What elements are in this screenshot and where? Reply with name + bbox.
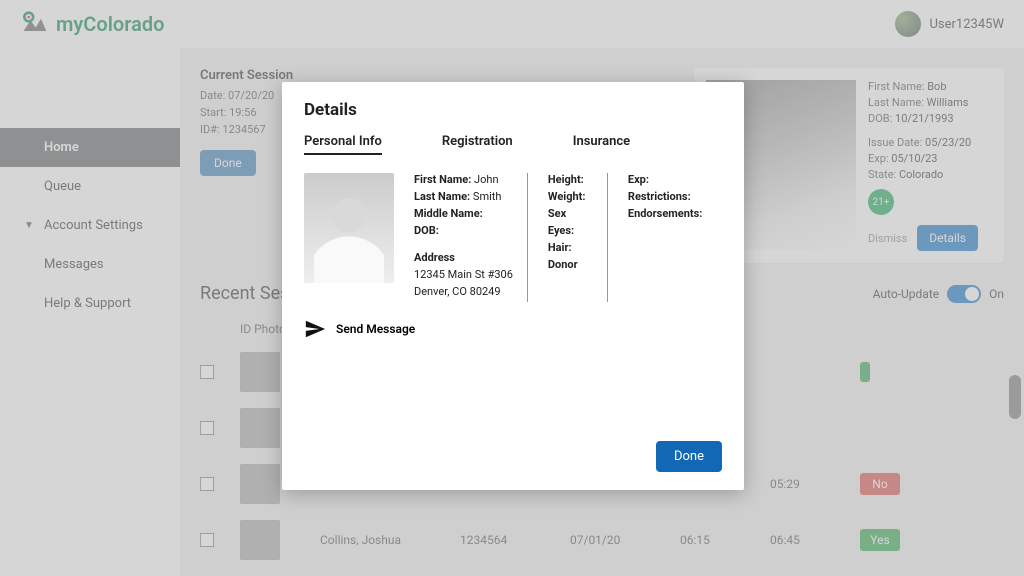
send-message-button[interactable]: Send Message <box>304 318 722 340</box>
tab-personal-info[interactable]: Personal Info <box>304 134 382 155</box>
modal-photo-col <box>304 173 394 302</box>
col-identity: First Name: John Last Name: Smith Middle… <box>414 173 528 302</box>
col-physical: Height: Weight: Sex Eyes: Hair: Donor <box>548 173 608 302</box>
modal-body: First Name: John Last Name: Smith Middle… <box>304 173 722 302</box>
col-license: Exp: Restrictions: Endorsements: <box>628 173 716 302</box>
details-modal: Details Personal Info Registration Insur… <box>282 82 744 490</box>
modal-done-button[interactable]: Done <box>656 441 722 472</box>
address-line1: 12345 Main St #306 <box>414 268 513 281</box>
scrollbar-thumb[interactable] <box>1009 375 1021 419</box>
send-label: Send Message <box>336 322 415 336</box>
address-line2: Denver, CO 80249 <box>414 285 513 298</box>
tab-registration[interactable]: Registration <box>442 134 513 155</box>
paper-plane-icon <box>304 318 326 340</box>
modal-title: Details <box>304 100 722 120</box>
tab-insurance[interactable]: Insurance <box>573 134 630 155</box>
detail-photo <box>304 173 394 283</box>
modal-tabs: Personal Info Registration Insurance <box>304 134 722 155</box>
